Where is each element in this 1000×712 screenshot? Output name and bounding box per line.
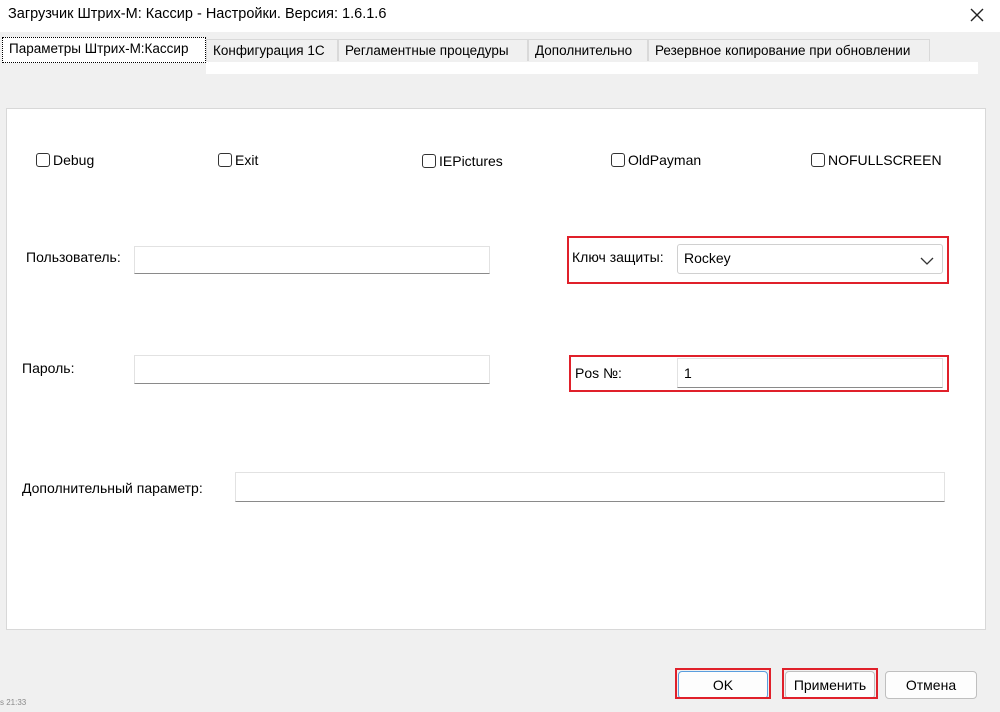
close-button[interactable] [964,3,990,27]
chevron-down-icon[interactable] [920,253,934,269]
checkbox-box[interactable] [218,153,232,167]
checkbox-exit[interactable]: Exit [218,152,258,168]
checkbox-label: OldPayman [628,152,702,168]
tab-label: Регламентные процедуры [345,43,509,58]
checkbox-label: IEPictures [439,153,503,169]
cancel-button[interactable]: Отмена [885,671,977,699]
checkbox-label: Exit [235,152,259,168]
tab-label: Дополнительно [535,43,633,58]
ok-button[interactable]: OK [678,671,768,699]
tab-additional[interactable]: Дополнительно [528,39,648,61]
tab-strip: Параметры Штрих-М:Кассир Конфигурация 1С… [0,37,1000,63]
extra-parameter-input[interactable] [235,472,945,502]
window-title: Загрузчик Штрих-М: Кассир - Настройки. В… [8,6,387,22]
extra-parameter-label: Дополнительный параметр: [22,480,203,496]
pos-number-label: Pos №: [575,365,622,381]
tab-scheduled-procedures[interactable]: Регламентные процедуры [338,39,528,61]
title-bar: Загрузчик Штрих-М: Кассир - Настройки. В… [0,0,1000,32]
apply-button[interactable]: Применить [785,671,875,699]
password-input[interactable] [134,355,490,384]
tab-label: Резервное копирование при обновлении [655,43,911,58]
user-label: Пользователь: [26,249,121,265]
checkbox-box[interactable] [422,154,436,168]
corner-clock-fragment: s 21:33 [0,698,27,707]
tab-backup-on-update[interactable]: Резервное копирование при обновлении [648,39,930,61]
tab-label: Конфигурация 1С [213,43,325,58]
user-input[interactable] [134,246,490,274]
tab-page-header [206,62,978,74]
checkbox-box[interactable] [811,153,825,167]
checkbox-debug[interactable]: Debug [36,152,94,168]
checkbox-box[interactable] [611,153,625,167]
protection-key-value: Rockey [684,250,731,266]
cancel-button-label: Отмена [905,677,957,693]
password-label: Пароль: [22,360,75,376]
checkbox-label: Debug [53,152,95,168]
ok-button-label: OK [712,677,734,693]
checkbox-box[interactable] [36,153,50,167]
checkbox-label: NOFULLSCREEN [828,152,942,168]
checkbox-iepictures[interactable]: IEPictures [422,153,503,169]
tab-config-1c[interactable]: Конфигурация 1С [206,39,338,61]
checkbox-oldpayman[interactable]: OldPayman [611,152,701,168]
pos-number-input[interactable] [677,358,943,388]
protection-key-select[interactable]: Rockey [677,244,943,274]
protection-key-label: Ключ защиты: [572,249,664,265]
apply-button-label: Применить [793,677,867,693]
tab-label: Параметры Штрих-М:Кассир [9,41,189,56]
tab-shtrih-kassir[interactable]: Параметры Штрих-М:Кассир [2,37,206,63]
close-icon [970,8,984,22]
checkbox-nofullscreen[interactable]: NOFULLSCREEN [811,152,942,168]
